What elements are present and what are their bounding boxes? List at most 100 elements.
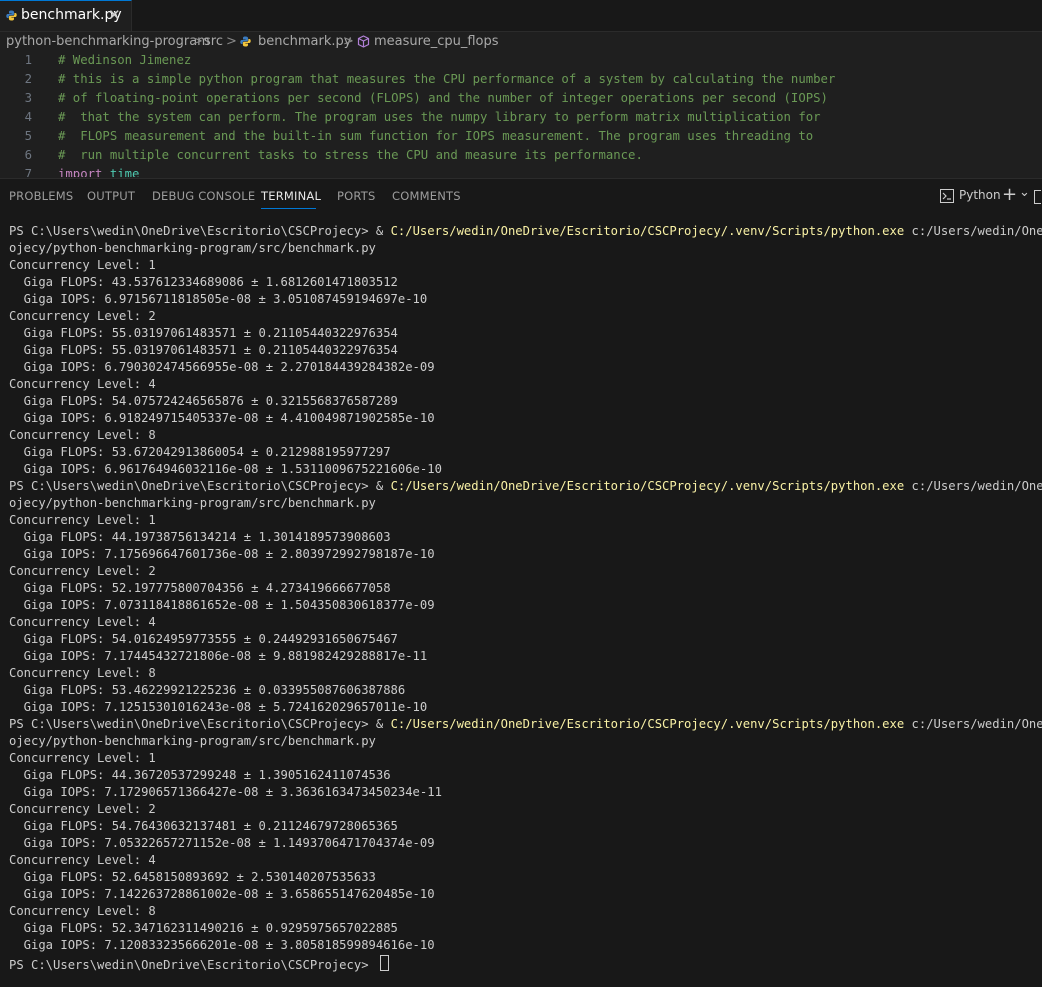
code-comment: # FLOPS measurement and the built-in sum… — [58, 129, 814, 143]
output-line: Giga FLOPS: 55.03197061483571 ± 0.211054… — [9, 326, 398, 340]
breadcrumb-folder[interactable]: python-benchmarking-program — [6, 34, 210, 49]
line-number: 2 — [24, 72, 32, 86]
editor-tab-bar: benchmark.py ✕ — [0, 0, 1042, 32]
terminal-output[interactable]: PS C:\Users\wedin\OneDrive\Escritorio\CS… — [0, 212, 1042, 987]
tab-debug-console[interactable]: DEBUG CONSOLE — [152, 189, 255, 203]
code-comment: # of floating-point operations per secon… — [58, 91, 828, 105]
code-comment: # that the system can perform. The progr… — [58, 110, 821, 124]
chevron-right-icon: > — [192, 34, 203, 49]
output-line: Concurrency Level: 2 — [9, 309, 156, 323]
code-line: 2 # this is a simple python program that… — [0, 72, 1042, 91]
line-number: 6 — [24, 148, 32, 162]
code-line: 1 # Wedinson Jimenez — [0, 53, 1042, 72]
command-line: PS C:\Users\wedin\OneDrive\Escritorio\CS… — [9, 224, 1042, 241]
terminal-shell-label[interactable]: Python — [959, 188, 1001, 202]
command-line: PS C:\Users\wedin\OneDrive\Escritorio\CS… — [9, 955, 389, 972]
call-operator: & — [375, 717, 391, 731]
line-number: 7 — [24, 167, 32, 177]
tab-label: benchmark.py — [21, 7, 122, 23]
method-cube-icon — [357, 35, 370, 48]
python-path: C:/Users/wedin/OneDrive/Escritorio/CSCPr… — [390, 717, 905, 731]
tab-terminal[interactable]: TERMINAL — [261, 189, 321, 203]
output-line: Concurrency Level: 4 — [9, 615, 156, 629]
call-operator: & — [375, 224, 391, 238]
tab-benchmark-py[interactable]: benchmark.py ✕ — [0, 0, 132, 31]
code-line: 7 import time — [0, 167, 1042, 177]
output-line: Concurrency Level: 8 — [9, 904, 156, 918]
script-arg: c:/Users/wedin/OneDrive/E — [911, 224, 1042, 238]
close-icon[interactable]: ✕ — [108, 6, 121, 24]
output-line: Giga IOPS: 6.918249715405337e-08 ± 4.410… — [9, 411, 435, 425]
chevron-right-icon: > — [343, 34, 354, 49]
code-editor[interactable]: 1 # Wedinson Jimenez 2 # this is a simpl… — [0, 53, 1042, 177]
python-file-icon — [240, 36, 251, 47]
script-arg: c:/Users/wedin/OneDrive/E — [911, 479, 1042, 493]
output-line: Concurrency Level: 4 — [9, 853, 156, 867]
output-line: Giga FLOPS: 52.347162311490216 ± 0.92959… — [9, 921, 398, 935]
breadcrumb: python-benchmarking-program > src > benc… — [0, 32, 1042, 52]
script-arg: c:/Users/wedin/OneDrive/E — [911, 717, 1042, 731]
terminal-cursor[interactable] — [379, 955, 389, 971]
breadcrumb-src[interactable]: src — [204, 34, 223, 49]
output-line: Giga FLOPS: 52.6458150893692 ± 2.5301402… — [9, 870, 376, 884]
code-comment: # Wedinson Jimenez — [58, 53, 192, 67]
line-number: 4 — [24, 110, 32, 124]
command-line-wrap: ojecy/python-benchmarking-program/src/be… — [9, 734, 376, 748]
output-line: Giga FLOPS: 54.76430632137481 ± 0.211246… — [9, 819, 398, 833]
output-line: Giga FLOPS: 44.19738756134214 ± 1.301418… — [9, 530, 391, 544]
python-path: C:/Users/wedin/OneDrive/Escritorio/CSCPr… — [390, 224, 905, 238]
tab-output[interactable]: OUTPUT — [87, 189, 135, 203]
command-line: PS C:\Users\wedin\OneDrive\Escritorio\CS… — [9, 717, 1042, 734]
module-name: time — [109, 167, 140, 177]
keyword-import: import — [58, 167, 103, 177]
code-line: 4 # that the system can perform. The pro… — [0, 110, 1042, 129]
output-line: Giga FLOPS: 54.01624959773555 ± 0.244929… — [9, 632, 398, 646]
code-line: 6 # run multiple concurrent tasks to str… — [0, 148, 1042, 167]
output-line: Concurrency Level: 8 — [9, 428, 156, 442]
output-line: Concurrency Level: 1 — [9, 751, 156, 765]
terminal-icon — [940, 189, 954, 203]
panel-tab-bar: PROBLEMS OUTPUT DEBUG CONSOLE TERMINAL P… — [0, 178, 1042, 213]
prompt: PS C:\Users\wedin\OneDrive\Escritorio\CS… — [9, 479, 376, 493]
python-path: C:/Users/wedin/OneDrive/Escritorio/CSCPr… — [390, 479, 905, 493]
line-number: 3 — [24, 91, 32, 105]
code-line: 5 # FLOPS measurement and the built-in s… — [0, 129, 1042, 148]
output-line: Giga FLOPS: 55.03197061483571 ± 0.211054… — [9, 343, 398, 357]
tab-problems[interactable]: PROBLEMS — [9, 189, 73, 203]
python-file-icon — [6, 10, 17, 21]
command-line-wrap: ojecy/python-benchmarking-program/src/be… — [9, 241, 376, 255]
breadcrumb-symbol[interactable]: measure_cpu_flops — [374, 34, 499, 49]
tab-ports[interactable]: PORTS — [337, 189, 375, 203]
tab-comments[interactable]: COMMENTS — [392, 189, 461, 203]
output-line: Giga IOPS: 7.12515301016243e-08 ± 5.7241… — [9, 700, 428, 714]
output-line: Concurrency Level: 2 — [9, 564, 156, 578]
output-line: Giga FLOPS: 43.537612334689086 ± 1.68126… — [9, 275, 398, 289]
output-line: Giga IOPS: 7.172906571366427e-08 ± 3.363… — [9, 785, 442, 799]
output-line: Concurrency Level: 1 — [9, 258, 156, 272]
breadcrumb-file[interactable]: benchmark.py — [258, 34, 351, 49]
output-line: Giga IOPS: 7.05322657271152e-08 ± 1.1493… — [9, 836, 435, 850]
chevron-right-icon: > — [226, 34, 237, 49]
output-line: Giga IOPS: 7.175696647601736e-08 ± 2.803… — [9, 547, 435, 561]
add-terminal-icon[interactable]: + — [1002, 184, 1017, 205]
command-line-wrap: ojecy/python-benchmarking-program/src/be… — [9, 496, 376, 510]
line-number: 1 — [24, 53, 32, 67]
code-comment: # this is a simple python program that m… — [58, 72, 836, 86]
split-terminal-icon[interactable] — [1034, 190, 1041, 204]
line-number: 5 — [24, 129, 32, 143]
output-line: Giga IOPS: 6.790302474566955e-08 ± 2.270… — [9, 360, 435, 374]
terminal-actions: Python + ⌄ — [932, 184, 1042, 207]
output-line: Giga FLOPS: 54.075724246565876 ± 0.32155… — [9, 394, 398, 408]
code-line: 3 # of floating-point operations per sec… — [0, 91, 1042, 110]
output-line: Concurrency Level: 1 — [9, 513, 156, 527]
output-line: Giga IOPS: 6.961764946032116e-08 ± 1.531… — [9, 462, 442, 476]
output-line: Concurrency Level: 8 — [9, 666, 156, 680]
chevron-down-icon[interactable]: ⌄ — [1019, 185, 1030, 200]
output-line: Giga FLOPS: 53.672042913860054 ± 0.21298… — [9, 445, 391, 459]
active-tab-indicator — [261, 208, 316, 209]
call-operator: & — [375, 479, 391, 493]
output-line: Giga FLOPS: 53.46229921225236 ± 0.033955… — [9, 683, 406, 697]
output-line: Giga IOPS: 7.073118418861652e-08 ± 1.504… — [9, 598, 435, 612]
output-line: Concurrency Level: 4 — [9, 377, 156, 391]
command-line: PS C:\Users\wedin\OneDrive\Escritorio\CS… — [9, 479, 1042, 496]
